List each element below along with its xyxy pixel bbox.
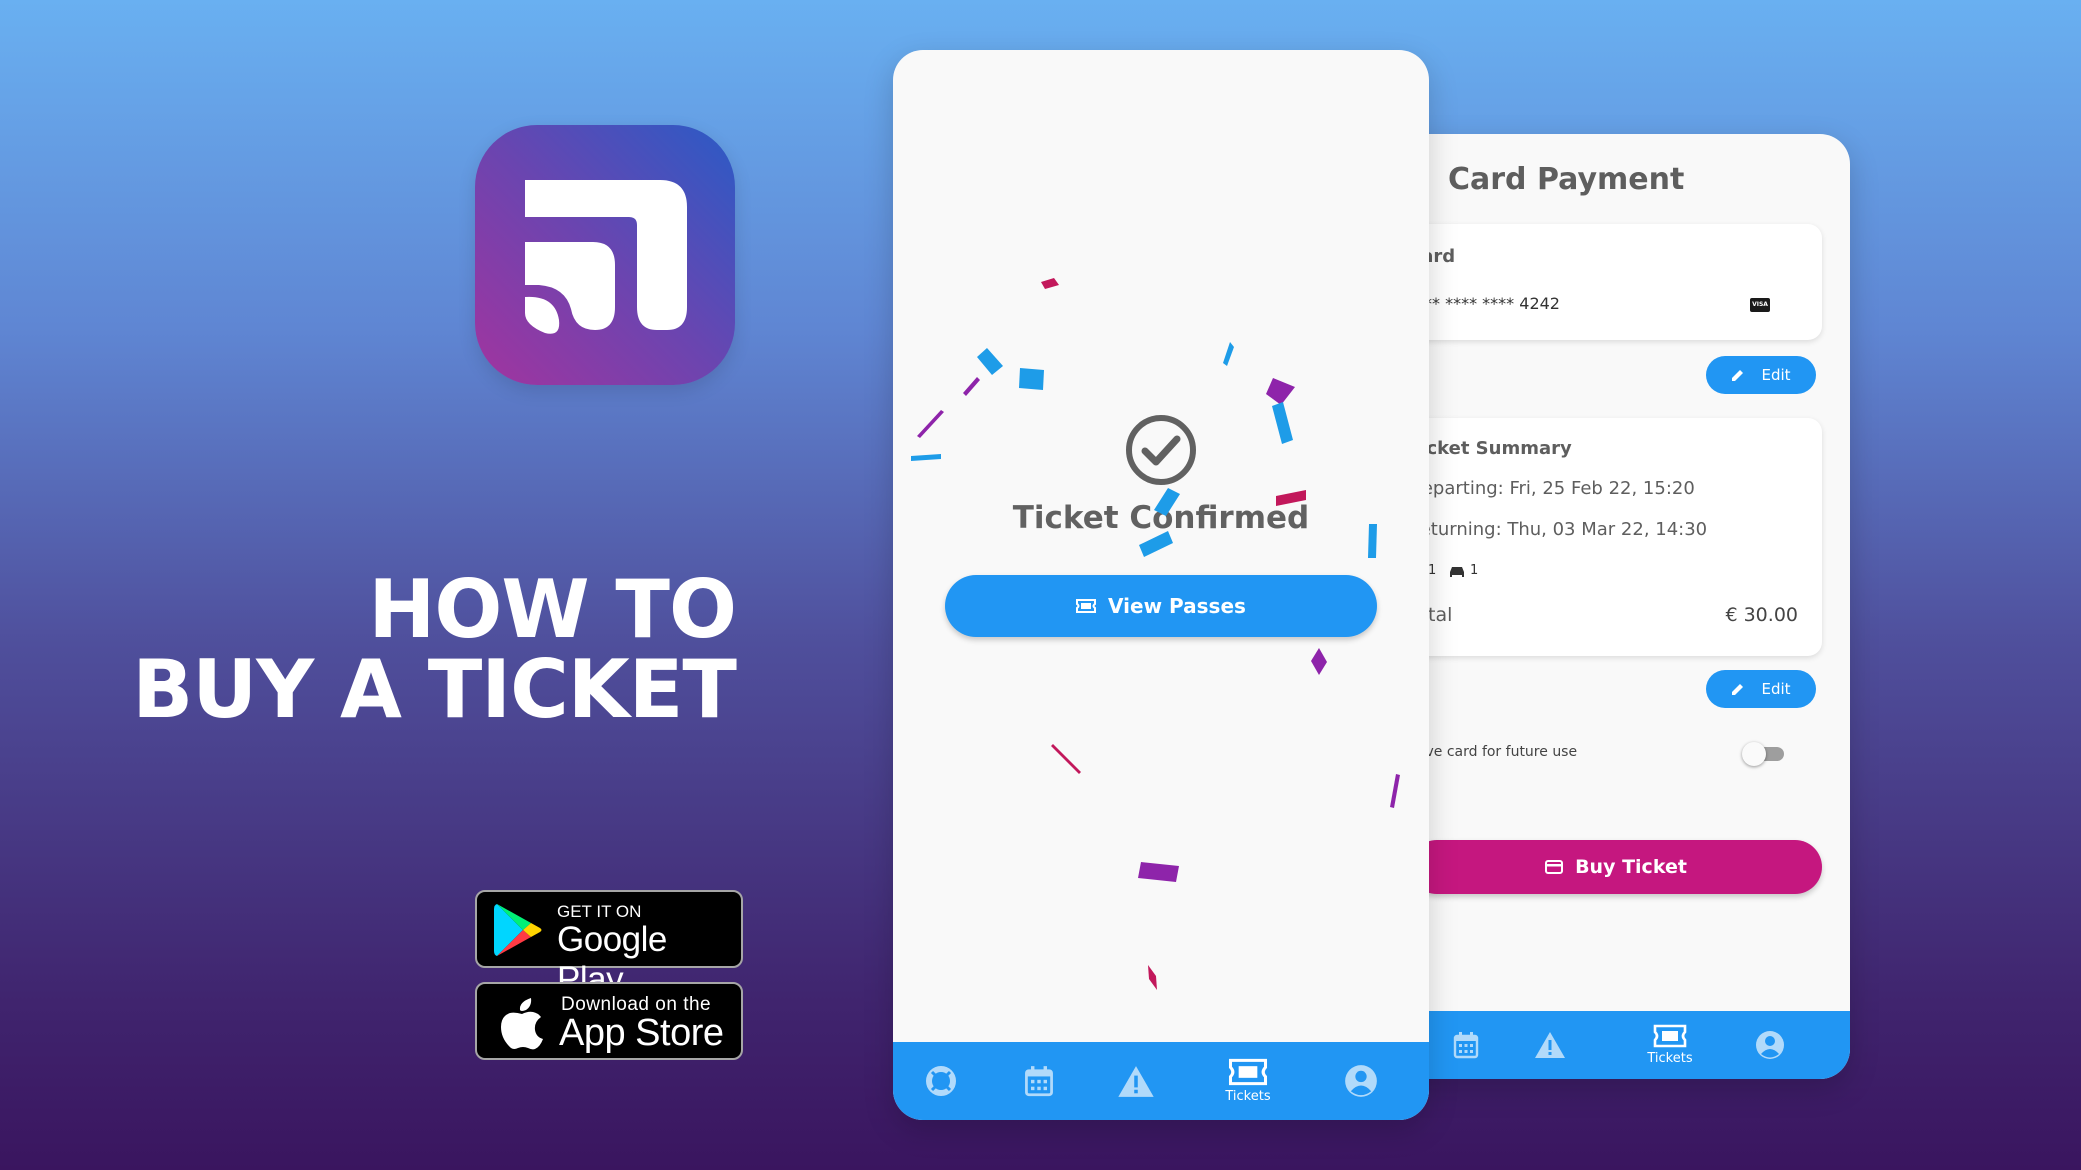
confetti-piece xyxy=(1148,965,1157,990)
edit-label: Edit xyxy=(1761,366,1791,384)
credit-card-icon xyxy=(1545,860,1564,874)
ticket-icon xyxy=(1228,1058,1268,1086)
pencil-icon xyxy=(1732,370,1744,381)
calendar-icon xyxy=(1025,1066,1053,1097)
confetti-piece xyxy=(1368,524,1377,558)
account-icon xyxy=(1756,1031,1784,1059)
confetti-piece xyxy=(1139,531,1173,557)
departing-text: Departing: Fri, 25 Feb 22, 15:20 xyxy=(1408,478,1695,499)
edit-label: Edit xyxy=(1761,680,1791,698)
payment-card: Card **** **** **** 4242 VISA xyxy=(1408,224,1822,340)
nav-account[interactable] xyxy=(1740,1011,1800,1079)
summary-title: Ticket Summary xyxy=(1408,438,1572,459)
toggle-knob xyxy=(1742,742,1766,766)
app-logo-icon xyxy=(525,180,687,334)
ticket-summary-card: Ticket Summary Departing: Fri, 25 Feb 22… xyxy=(1408,418,1822,656)
google-play-icon xyxy=(494,904,542,956)
app-store-big: App Store xyxy=(559,1012,724,1054)
google-play-small: GET IT ON xyxy=(557,902,642,921)
vehicle-count: 1 xyxy=(1470,563,1479,578)
nav-alerts[interactable] xyxy=(1520,1011,1580,1079)
warning-icon xyxy=(1535,1032,1565,1058)
returning-text: Returning: Thu, 03 Mar 22, 14:30 xyxy=(1408,519,1708,540)
confetti-piece xyxy=(1272,402,1293,444)
apple-icon xyxy=(501,998,543,1050)
card-payment-screen: Card Payment Card **** **** **** 4242 VI… xyxy=(1380,134,1850,1079)
confetti-piece xyxy=(1041,278,1059,289)
confetti-piece xyxy=(1266,378,1295,405)
bottom-nav: Tickets xyxy=(1380,1011,1850,1079)
visa-icon: VISA xyxy=(1750,298,1770,312)
save-card-label: Save card for future use xyxy=(1408,744,1578,760)
lifebuoy-icon xyxy=(926,1066,956,1096)
buy-ticket-button[interactable]: Buy Ticket xyxy=(1410,840,1822,894)
confetti-piece xyxy=(1223,342,1234,366)
headline-line2: BUY A TICKET xyxy=(132,643,737,736)
ticket-icon xyxy=(1076,599,1097,613)
confetti-piece xyxy=(1311,648,1327,675)
ticket-confirmed-screen: Ticket Confirmed View Passes Tickets xyxy=(893,50,1429,1120)
card-number: **** **** **** 4242 xyxy=(1408,294,1560,313)
nav-support[interactable] xyxy=(911,1042,971,1120)
car-icon xyxy=(1450,567,1464,577)
page-title: Card Payment xyxy=(1448,162,1685,197)
confetti-piece xyxy=(1019,368,1044,390)
confetti-piece xyxy=(1154,488,1180,516)
app-logo xyxy=(475,125,735,385)
nav-tickets[interactable]: Tickets xyxy=(1208,1042,1288,1120)
headline: HOW TO BUY A TICKET xyxy=(132,563,737,736)
confetti-piece xyxy=(1138,862,1179,882)
edit-summary-button[interactable]: Edit xyxy=(1706,670,1816,708)
nav-schedule[interactable] xyxy=(1436,1011,1496,1079)
warning-icon xyxy=(1118,1065,1154,1097)
confetti-piece xyxy=(1051,744,1081,774)
buy-ticket-label: Buy Ticket xyxy=(1575,856,1687,878)
headline-line1: HOW TO xyxy=(368,563,737,656)
view-passes-button[interactable]: View Passes xyxy=(945,575,1377,637)
save-card-toggle[interactable] xyxy=(1742,742,1786,766)
nav-account[interactable] xyxy=(1331,1042,1391,1120)
confetti-piece xyxy=(977,348,1003,375)
bottom-nav: Tickets xyxy=(893,1042,1429,1120)
confetti-piece xyxy=(1276,490,1306,506)
confetti-piece xyxy=(911,454,941,461)
nav-tickets[interactable]: Tickets xyxy=(1630,1011,1710,1079)
calendar-icon xyxy=(1453,1032,1479,1059)
account-icon xyxy=(1345,1065,1377,1097)
nav-tickets-label: Tickets xyxy=(1647,1051,1693,1066)
app-store-badge[interactable]: Download on the App Store xyxy=(475,982,743,1060)
google-play-badge[interactable]: GET IT ON Google Play xyxy=(475,890,743,999)
edit-card-button[interactable]: Edit xyxy=(1706,356,1816,394)
confetti-piece xyxy=(917,410,944,438)
ticket-icon xyxy=(1653,1024,1687,1048)
confetti-piece xyxy=(963,377,980,396)
view-passes-label: View Passes xyxy=(1108,594,1246,618)
nav-alerts[interactable] xyxy=(1106,1042,1166,1120)
passenger-count: 1 xyxy=(1428,563,1437,578)
confetti-piece xyxy=(1390,774,1400,808)
nav-schedule[interactable] xyxy=(1009,1042,1069,1120)
nav-tickets-label: Tickets xyxy=(1225,1089,1271,1104)
pencil-icon xyxy=(1732,684,1744,695)
total-value: € 30.00 xyxy=(1725,604,1798,626)
